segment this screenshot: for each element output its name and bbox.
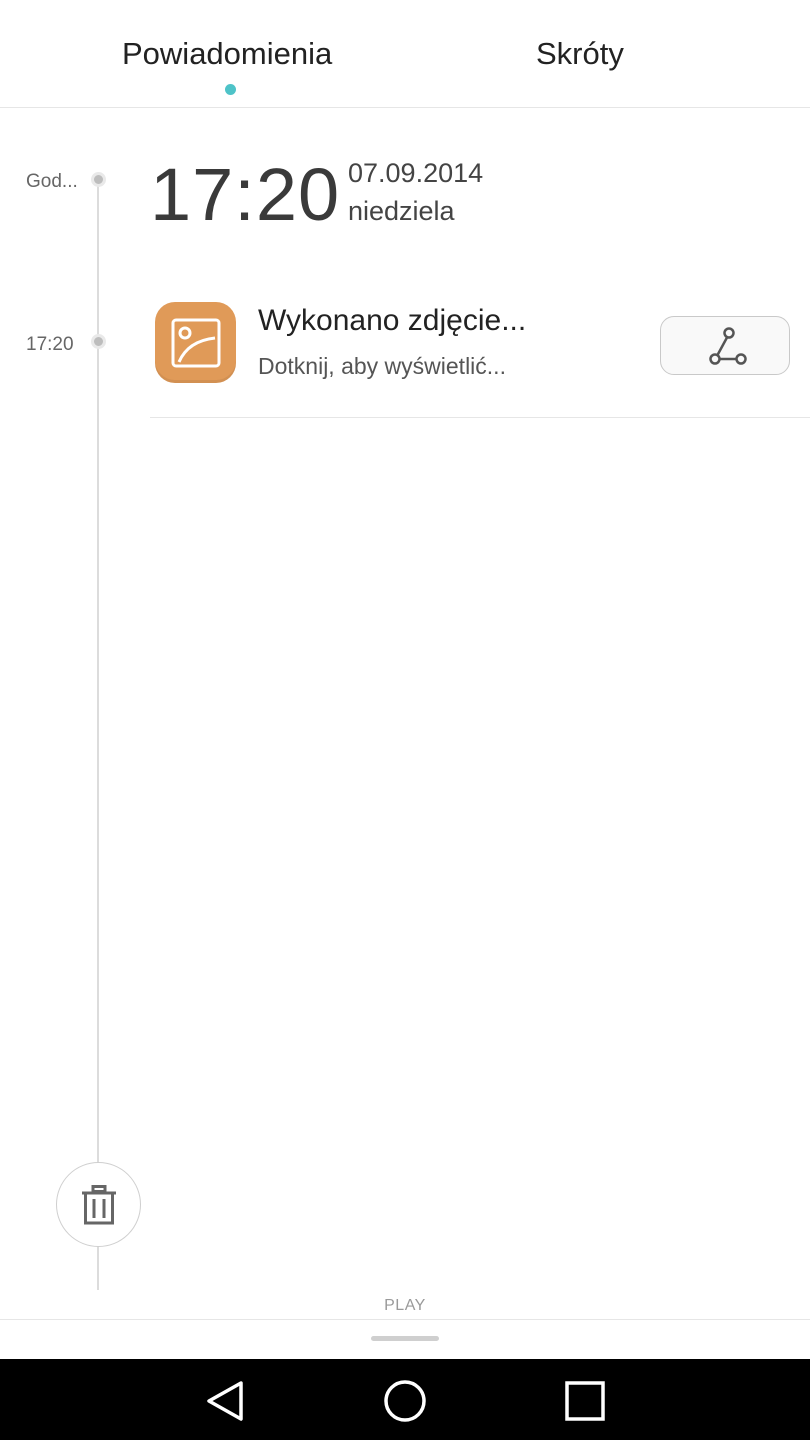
back-icon	[207, 1381, 243, 1421]
notification-subtitle: Dotknij, aby wyświetlić...	[258, 353, 506, 379]
drawer-handle[interactable]	[371, 1336, 439, 1341]
active-tab-indicator	[225, 84, 236, 95]
play-label: PLAY	[384, 1297, 426, 1314]
notification-item[interactable]: Wykonano zdjęcie... Dotknij, aby wyświet…	[150, 290, 810, 418]
share-icon	[709, 327, 747, 365]
home-icon	[384, 1380, 426, 1422]
timeline-entry-time: 17:20	[26, 334, 74, 355]
bottom-divider	[0, 1319, 810, 1320]
clock-date: 07.09.2014	[348, 158, 484, 188]
recents-icon	[565, 1381, 605, 1421]
navigation-bar	[0, 1359, 810, 1440]
trash-icon	[82, 1185, 116, 1225]
tab-shortcuts[interactable]: Skróty	[536, 36, 624, 72]
gallery-icon	[155, 302, 236, 383]
tab-notifications[interactable]: Powiadomienia	[122, 36, 332, 72]
home-button[interactable]	[381, 1377, 429, 1425]
back-button[interactable]	[201, 1377, 249, 1425]
timeline-header-label: God...	[26, 171, 78, 192]
clear-all-button[interactable]	[56, 1162, 141, 1247]
timeline-dot-header	[91, 172, 106, 187]
notification-title: Wykonano zdjęcie...	[258, 304, 527, 337]
timeline-dot-entry	[91, 334, 106, 349]
recents-button[interactable]	[561, 1377, 609, 1425]
share-button[interactable]	[660, 316, 790, 375]
clock-time: 17:20	[150, 153, 341, 236]
clock-weekday: niedziela	[348, 196, 455, 226]
tab-bar: Powiadomienia Skróty	[0, 0, 810, 108]
